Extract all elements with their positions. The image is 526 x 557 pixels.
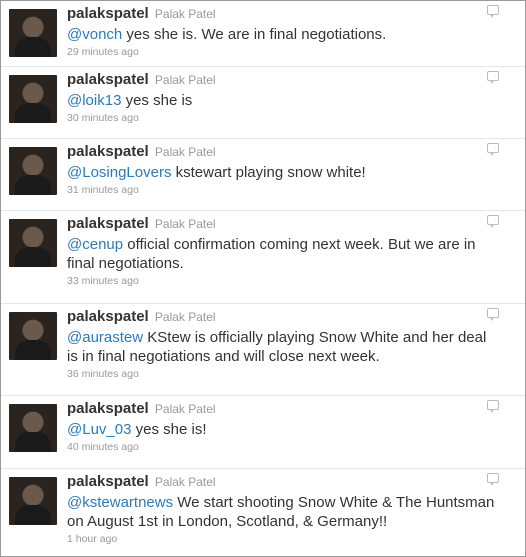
mention-link[interactable]: @LosingLovers [67,164,171,181]
tweet-text: @LosingLovers kstewart playing snow whit… [67,164,366,181]
mention-link[interactable]: @aurastew [67,329,143,346]
reply-icon[interactable] [487,71,499,84]
mention-link[interactable]: @loik13 [67,92,121,109]
reply-icon[interactable] [487,308,499,321]
tweet-timeline: palakspatel Palak Patel @vonch yes she i… [0,0,526,557]
avatar[interactable] [9,147,57,195]
tweet-text: @vonch yes she is. We are in final negot… [67,26,387,43]
avatar[interactable] [9,312,57,360]
mention-link[interactable]: @cenup [67,236,123,253]
full-name: Palak Patel [154,475,216,489]
mention-link[interactable]: @vonch [67,26,122,43]
tweet-text: @Luv_03 yes she is! [67,421,207,438]
avatar[interactable] [9,75,57,123]
tweet-item: palakspatel Palak Patel @kstewartnews We… [1,469,525,556]
screen-name[interactable]: palakspatel [67,308,149,325]
full-name: Palak Patel [154,217,216,231]
tweet-item: palakspatel Palak Patel @Luv_03 yes she … [1,396,525,469]
reply-icon[interactable] [487,215,499,228]
avatar[interactable] [9,477,57,525]
reply-icon[interactable] [487,5,499,18]
screen-name[interactable]: palakspatel [67,215,149,232]
full-name: Palak Patel [154,145,216,159]
reply-icon[interactable] [487,143,499,156]
tweet-item: palakspatel Palak Patel @vonch yes she i… [1,1,525,67]
tweet-text: @cenup official confirmation coming next… [67,236,476,272]
avatar[interactable] [9,404,57,452]
tweet-text: @kstewartnews We start shooting Snow Whi… [67,494,495,530]
avatar[interactable] [9,9,57,57]
screen-name[interactable]: palakspatel [67,400,149,417]
full-name: Palak Patel [154,73,216,87]
tweet-item: palakspatel Palak Patel @LosingLovers ks… [1,139,525,211]
reply-icon[interactable] [487,473,499,486]
mention-link[interactable]: @kstewartnews [67,494,173,511]
tweet-text: @loik13 yes she is [67,92,193,109]
screen-name[interactable]: palakspatel [67,5,149,22]
tweet-item: palakspatel Palak Patel @aurastew KStew … [1,304,525,396]
avatar[interactable] [9,219,57,267]
mention-link[interactable]: @Luv_03 [67,421,131,438]
tweet-text: @aurastew KStew is officially playing Sn… [67,329,487,365]
full-name: Palak Patel [154,310,216,324]
timestamp[interactable]: 36 minutes ago [67,368,495,380]
timestamp[interactable]: 30 minutes ago [67,112,495,124]
timestamp[interactable]: 31 minutes ago [67,184,495,196]
full-name: Palak Patel [154,402,216,416]
screen-name[interactable]: palakspatel [67,71,149,88]
timestamp[interactable]: 29 minutes ago [67,46,495,58]
tweet-item: palakspatel Palak Patel @loik13 yes she … [1,67,525,139]
tweet-item: palakspatel Palak Patel @cenup official … [1,211,525,304]
timestamp[interactable]: 1 hour ago [67,533,495,545]
screen-name[interactable]: palakspatel [67,143,149,160]
full-name: Palak Patel [154,7,216,21]
reply-icon[interactable] [487,400,499,413]
timestamp[interactable]: 40 minutes ago [67,441,495,453]
timestamp[interactable]: 33 minutes ago [67,275,495,287]
screen-name[interactable]: palakspatel [67,473,149,490]
